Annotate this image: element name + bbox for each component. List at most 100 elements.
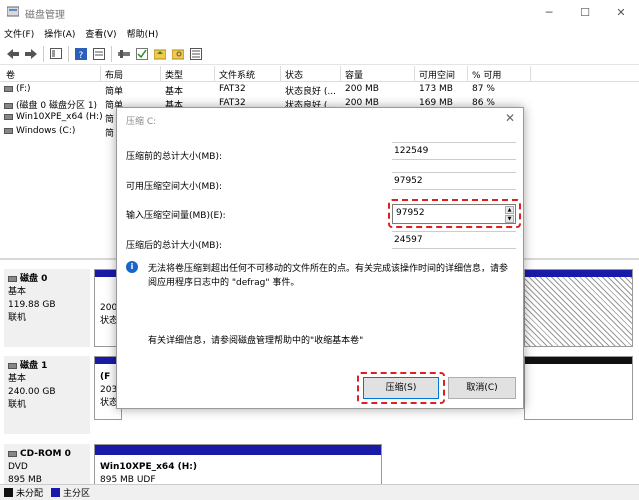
menu-help[interactable]: 帮助(H) (127, 27, 159, 40)
input-highlight-box (388, 199, 521, 228)
disk-0-panel[interactable]: 磁盘 0 基本 119.88 GB 联机 (4, 269, 90, 347)
col-capacity[interactable]: 容量 (345, 68, 363, 81)
volume-free-space: 173 MB (419, 84, 453, 94)
volume-layout: 简单 (105, 87, 124, 97)
toolbar: ? (0, 43, 639, 65)
column-divider[interactable] (214, 66, 215, 81)
disk-name: CD-ROM 0 (20, 449, 71, 459)
volume-name: Windows (C:) (16, 126, 76, 136)
col-volume[interactable]: 卷 (6, 68, 15, 81)
col-free-space[interactable]: 可用空间 (419, 68, 455, 81)
dialog-title: 压缩 C: (126, 117, 157, 127)
total-after-value: 24597 (392, 231, 516, 249)
info-text: 无法将卷压缩到超出任何不可移动的文件所在的点。有关完成该操作时间的详细信息，请参… (148, 264, 509, 288)
toolbar-separator (43, 45, 44, 62)
col-layout[interactable]: 布局 (105, 68, 123, 81)
disk-icon (8, 275, 17, 282)
minimize-button[interactable]: ─ (531, 0, 567, 24)
cdrom-icon (8, 450, 17, 457)
console-tree-icon[interactable] (47, 45, 65, 63)
volume-layout: 简 (105, 115, 115, 125)
disk-size: 119.88 GB (8, 300, 56, 310)
unallocated-legend-swatch (4, 488, 13, 497)
properties-icon[interactable] (90, 45, 108, 63)
available-space-value: 97952 (392, 172, 516, 190)
volume-name: (F:) (16, 84, 31, 94)
volume-capacity: 200 MB (345, 84, 379, 94)
column-divider[interactable] (280, 66, 281, 81)
status-bar: 未分配 主分区 (0, 484, 639, 500)
column-divider[interactable] (100, 66, 101, 81)
folder-up-icon[interactable] (151, 45, 169, 63)
column-divider[interactable] (530, 66, 531, 81)
column-divider[interactable] (414, 66, 415, 81)
menu-view[interactable]: 查看(V) (85, 27, 116, 40)
volume-icon (4, 85, 13, 92)
primary-legend-swatch (51, 488, 61, 497)
disk-icon (8, 362, 17, 369)
volume-percent-free: 87 % (472, 84, 495, 94)
disk-0-selected-partition[interactable] (524, 269, 633, 347)
list-view-icon[interactable] (187, 45, 205, 63)
cancel-button[interactable]: 取消(C) (448, 377, 516, 399)
total-before-value: 122549 (392, 142, 516, 160)
disk-type: DVD (8, 462, 28, 472)
column-divider[interactable] (467, 66, 468, 81)
help-text: 有关详细信息，请参阅磁盘管理帮助中的"收缩基本卷" (148, 336, 364, 346)
connect-icon[interactable] (115, 45, 133, 63)
primary-partition-bar (95, 445, 381, 455)
dialog-close-icon[interactable]: ✕ (505, 111, 515, 125)
toolbar-separator (68, 45, 69, 62)
folder-search-icon[interactable] (169, 45, 187, 63)
volume-name: Win10XPE_x64 (H:) (16, 112, 103, 122)
volume-layout: 简 (105, 129, 115, 139)
available-space-label: 可用压缩空间大小(MB): (126, 182, 222, 192)
check-icon[interactable] (133, 45, 151, 63)
button-highlight-box (357, 372, 445, 404)
back-arrow-icon[interactable] (4, 45, 22, 63)
table-row[interactable]: (F:) 简单 基本 FAT32 状态良好 (... 200 MB 173 MB… (0, 83, 639, 97)
col-filesystem[interactable]: 文件系统 (219, 68, 255, 81)
total-before-label: 压缩前的总计大小(MB): (126, 152, 222, 162)
cdrom-0-partition[interactable]: Win10XPE_x64 (H:) 895 MB UDF (94, 444, 382, 488)
volume-name: (磁盘 0 磁盘分区 1) (16, 101, 98, 111)
col-percent-free[interactable]: % 可用 (472, 68, 501, 81)
disk-size: 240.00 GB (8, 387, 56, 397)
info-icon: i (126, 261, 138, 273)
disk-status: 联机 (8, 313, 27, 323)
column-divider[interactable] (160, 66, 161, 81)
column-divider[interactable] (340, 66, 341, 81)
window-title: 磁盘管理 (25, 10, 65, 21)
svg-text:?: ? (79, 51, 84, 60)
disk-name: 磁盘 0 (20, 274, 48, 284)
menu-file[interactable]: 文件(F) (4, 27, 34, 40)
volume-icon (4, 113, 13, 120)
shrink-amount-label: 输入压缩空间量(MB)(E): (126, 211, 226, 221)
volume-icon (4, 102, 13, 109)
disk-status: 联机 (8, 400, 27, 410)
volume-table-header: 卷 布局 类型 文件系统 状态 容量 可用空间 % 可用 (0, 66, 639, 82)
partition-name: Win10XPE_x64 (H:) (100, 462, 197, 472)
menu-action[interactable]: 操作(A) (44, 27, 75, 40)
primary-legend-label: 主分区 (63, 489, 91, 499)
help-icon[interactable]: ? (72, 45, 90, 63)
volume-status: 状态良好 (... (285, 87, 336, 97)
cdrom-0-panel[interactable]: CD-ROM 0 DVD 895 MB (4, 444, 90, 488)
volume-icon (4, 127, 13, 134)
menu-bar: 文件(F) 操作(A) 查看(V) 帮助(H) (0, 24, 639, 43)
unallocated-legend-label: 未分配 (16, 489, 44, 499)
volume-type: 基本 (165, 87, 184, 97)
total-after-label: 压缩后的总计大小(MB): (126, 241, 222, 251)
col-status[interactable]: 状态 (285, 68, 303, 81)
primary-partition-bar (525, 270, 632, 277)
disk-1-panel[interactable]: 磁盘 1 基本 240.00 GB 联机 (4, 356, 90, 434)
unallocated-bar (525, 357, 632, 364)
volume-filesystem: FAT32 (219, 84, 246, 94)
maximize-button[interactable]: ☐ (567, 0, 603, 24)
close-button[interactable]: ✕ (603, 0, 639, 24)
disk-1-partition-right[interactable] (524, 356, 633, 420)
forward-arrow-icon[interactable] (22, 45, 40, 63)
disk-type: 基本 (8, 287, 27, 297)
col-type[interactable]: 类型 (165, 68, 183, 81)
disk-management-app-icon (7, 6, 19, 17)
